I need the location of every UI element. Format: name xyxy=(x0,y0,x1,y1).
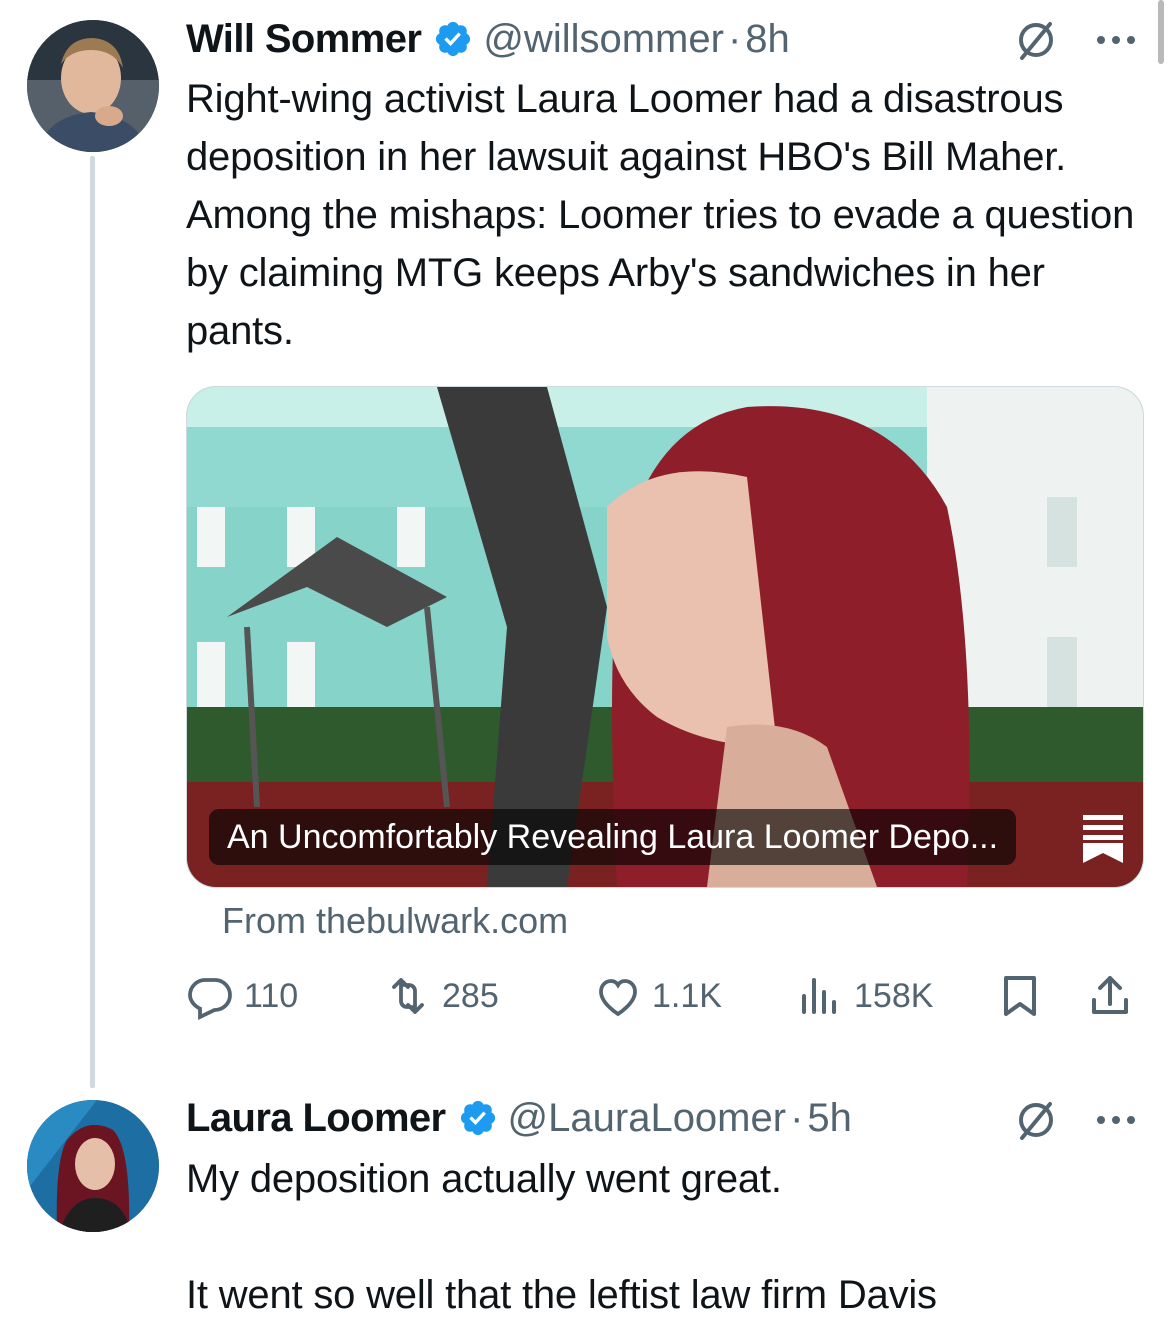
reply-icon xyxy=(188,978,232,1020)
more-icon[interactable] xyxy=(1094,30,1138,50)
reply-button[interactable]: 110 xyxy=(186,966,298,1026)
like-icon xyxy=(599,979,637,1017)
tweet2-text-line1: My deposition actually went great. xyxy=(186,1157,782,1201)
separator: · xyxy=(790,1095,804,1140)
verified-badge-icon xyxy=(460,1100,495,1136)
views-icon xyxy=(802,978,836,1014)
bookmark-icon[interactable] xyxy=(996,972,1044,1020)
author-name[interactable]: Will Sommer xyxy=(186,17,422,62)
repost-count: 285 xyxy=(442,976,499,1015)
like-button[interactable]: 1.1K xyxy=(594,966,722,1026)
repost-button[interactable]: 285 xyxy=(384,966,499,1026)
verified-badge-icon xyxy=(436,21,471,57)
tweet2-text-line2: It went so well that the leftist law fir… xyxy=(186,1273,937,1317)
more-icon[interactable] xyxy=(1094,1110,1138,1130)
tweet1-text: Right-wing activist Laura Loomer had a d… xyxy=(186,77,1135,353)
share-icon[interactable] xyxy=(1086,972,1134,1020)
tweet2-header: Laura Loomer @LauraLoomer · 5h xyxy=(186,1093,852,1143)
author-name[interactable]: Laura Loomer xyxy=(186,1096,446,1141)
post-time[interactable]: 5h xyxy=(807,1096,852,1141)
avatar-will-sommer[interactable] xyxy=(27,20,159,152)
bulwark-logo-icon xyxy=(1083,815,1123,863)
card-title: An Uncomfortably Revealing Laura Loomer … xyxy=(209,809,1017,865)
thread-connector-line xyxy=(90,156,95,1088)
views-count: 158K xyxy=(854,976,934,1015)
author-handle[interactable]: @willsommer xyxy=(483,17,724,62)
grok-icon[interactable] xyxy=(1014,1098,1058,1142)
scrollbar[interactable] xyxy=(1158,0,1164,64)
reply-count: 110 xyxy=(244,976,299,1015)
like-count: 1.1K xyxy=(652,976,722,1015)
avatar-laura-loomer[interactable] xyxy=(27,1100,159,1232)
repost-icon xyxy=(392,978,424,1014)
separator: · xyxy=(727,16,742,61)
link-card[interactable]: An Uncomfortably Revealing Laura Loomer … xyxy=(186,386,1144,888)
tweet1-header: Will Sommer @willsommer · 8h xyxy=(186,14,790,64)
post-time[interactable]: 8h xyxy=(745,17,790,62)
author-handle[interactable]: @LauraLoomer xyxy=(508,1096,787,1141)
tweet1-actions: 110 285 1.1K 158K xyxy=(186,966,1136,1026)
views-button[interactable]: 158K xyxy=(796,966,933,1026)
grok-icon[interactable] xyxy=(1014,18,1058,62)
card-source[interactable]: From thebulwark.com xyxy=(222,900,568,942)
